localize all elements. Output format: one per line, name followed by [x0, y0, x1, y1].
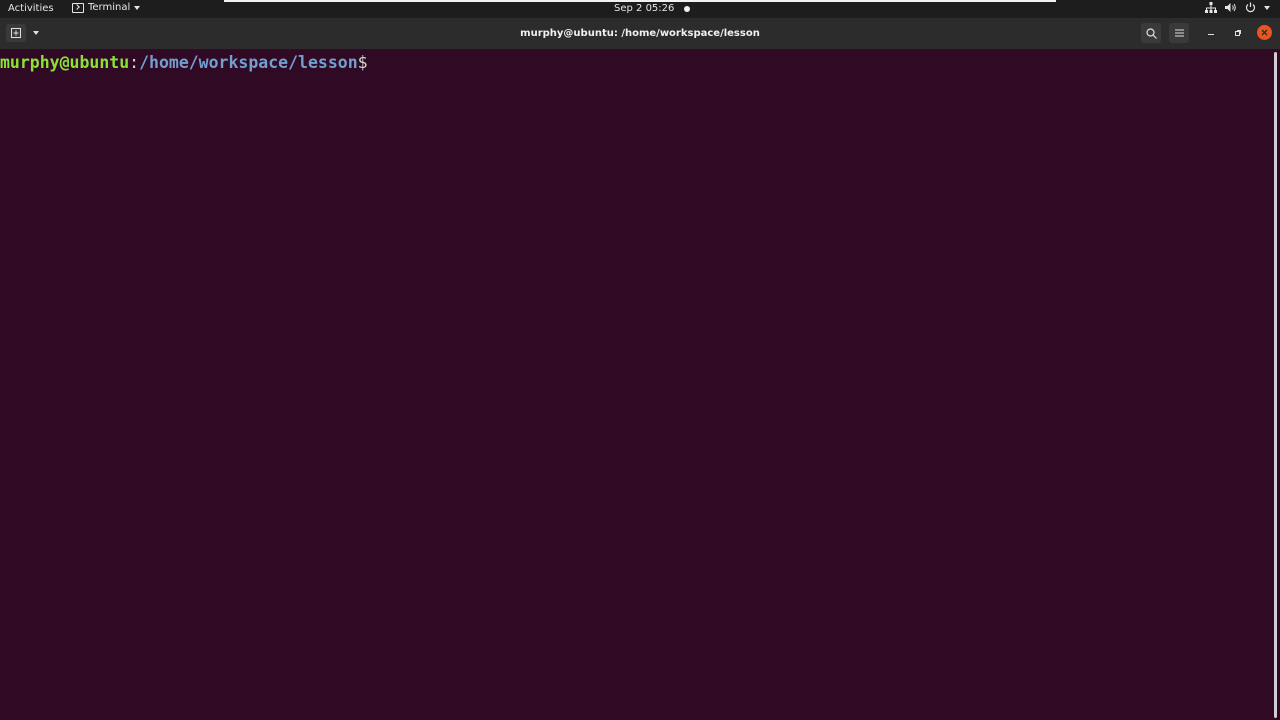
new-tab-icon [11, 28, 21, 38]
chevron-down-icon [134, 5, 141, 10]
app-menu-label: Terminal [88, 2, 131, 13]
top-progress-line [224, 0, 1056, 2]
new-tab-menu-button[interactable] [28, 24, 44, 42]
terminal-header-bar: murphy@ubuntu: /home/workspace/lesson [0, 18, 1280, 50]
clock-text: Sep 2 05:26 [614, 3, 675, 14]
gnome-top-bar: Activities Terminal Sep 2 05:26 [0, 0, 1280, 18]
chevron-down-icon [1264, 5, 1270, 10]
restore-icon [1235, 30, 1241, 36]
clock[interactable]: Sep 2 05:26 [614, 3, 691, 14]
menu-button[interactable] [1169, 23, 1189, 43]
notification-dot-icon [684, 5, 691, 12]
hamburger-menu-icon [1174, 29, 1184, 37]
volume-icon [1225, 2, 1237, 13]
window-title: murphy@ubuntu: /home/workspace/lesson [520, 28, 760, 39]
minimize-icon [1208, 34, 1214, 35]
terminal-icon [72, 2, 84, 13]
search-icon [1145, 27, 1157, 39]
prompt-colon: : [129, 53, 140, 72]
network-icon [1205, 2, 1217, 13]
chevron-down-icon [33, 31, 39, 35]
prompt-path: /home/workspace/lesson [139, 53, 358, 72]
app-menu-terminal[interactable]: Terminal [72, 2, 141, 13]
power-icon [1245, 2, 1256, 13]
activities-button[interactable]: Activities [8, 3, 54, 14]
close-button[interactable] [1257, 25, 1272, 40]
prompt-user-host: murphy@ubuntu [0, 53, 130, 72]
search-button[interactable] [1141, 23, 1161, 43]
terminal-area[interactable]: murphy@ubuntu:/home/workspace/lesson$ [0, 50, 1272, 720]
terminal-scrollbar[interactable] [1272, 50, 1280, 720]
scrollbar-thumb[interactable] [1274, 52, 1277, 718]
system-tray[interactable] [1205, 2, 1270, 13]
restore-button[interactable] [1229, 24, 1247, 42]
minimize-button[interactable] [1202, 24, 1220, 42]
shell-prompt-line: murphy@ubuntu:/home/workspace/lesson$ [0, 53, 368, 73]
prompt-symbol: $ [357, 53, 368, 72]
new-tab-button[interactable] [6, 24, 26, 42]
close-icon [1261, 29, 1268, 36]
